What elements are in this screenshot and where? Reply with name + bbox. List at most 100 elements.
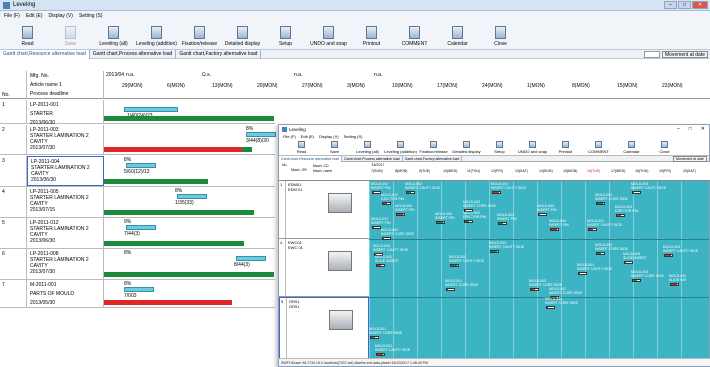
menu-setting[interactable]: Setting (S) [79, 13, 103, 19]
job-block[interactable]: MOLD-002 INSERT CORE SIDE [381, 228, 414, 236]
gantt-row[interactable]: 3 LP-2011-004 STARTER LAMINATION 2 CAVITY 2… [0, 156, 275, 187]
job-block[interactable]: MOLD-001 INSERT CAVITY SIDE [375, 344, 410, 352]
w2-toolbar-button-11[interactable]: Close [648, 141, 681, 155]
job-block[interactable]: MOLD-004 INSERT PIN [549, 219, 569, 227]
toolbar-button-4[interactable]: Fixation/release [178, 26, 221, 49]
menu-edit[interactable]: Edit (E) [26, 13, 43, 19]
tab-process-load[interactable]: Gantt chart,Process alternative load [90, 49, 177, 59]
job-block[interactable]: MOLD-004 INSERT PIN [395, 204, 415, 212]
toolbar-button-5[interactable]: Detailed display [221, 26, 264, 49]
toolbar-button-10[interactable]: Calendar [436, 26, 479, 49]
toolbar-button-7[interactable]: UNDO and snap [307, 26, 350, 49]
gantt-row[interactable]: 5 LP-2011-012 STARTER LAMINATION 2 CAVITY 2… [0, 218, 275, 249]
job-block[interactable]: MOLD-004 INSERT CORE SIDE [545, 297, 578, 305]
menu-display[interactable]: Display (V) [49, 13, 73, 19]
job-block[interactable]: MOLD-004 INSERT CAVITY SIDE [663, 245, 698, 253]
w2-maximize-button[interactable]: □ [689, 126, 692, 132]
w2-menu-display[interactable]: Display (V) [319, 134, 339, 140]
toolbar-button-9[interactable]: COMMENT [393, 26, 436, 49]
gantt-row[interactable]: 7 M-2011-001 PARTS OF MOULD 2013/05/30 8% 7/0… [0, 280, 275, 308]
w2-movement-at-date-button[interactable]: Movement at date [672, 155, 707, 162]
machine-number: 4 [279, 239, 286, 296]
w2-toolbar-icon [463, 141, 470, 148]
job-block[interactable]: MOLD-002 EJECTOR PIN [381, 193, 404, 201]
toolbar-button-11[interactable]: Close [479, 26, 522, 49]
tab-factory-load[interactable]: Gantt chart,Factory alternative load [176, 49, 262, 59]
row-mfg: M-2011-001 [30, 281, 57, 288]
w2-close-button[interactable]: ✕ [701, 126, 705, 132]
w2-menu-setting[interactable]: Setting (S) [344, 134, 363, 140]
w2-menu-edit[interactable]: Edit (E) [301, 134, 314, 140]
w2-toolbar-button-6[interactable]: Setup [483, 141, 516, 155]
job-block[interactable]: MOLD-004 INSERT PIN [435, 212, 455, 220]
tab-resource-load[interactable]: Gantt chart,Resource alternative load [0, 49, 90, 59]
job-block[interactable]: MOLD-002 EJECTOR PIN [463, 211, 486, 219]
progress-bar-actual [104, 272, 274, 277]
w2-toolbar-button-9[interactable]: COMMENT [582, 141, 615, 155]
w2-toolbar-button-10[interactable]: Calendar [615, 141, 648, 155]
job-block[interactable]: MOLD-002 INSERT PIN [371, 182, 391, 190]
w2-toolbar-button-8[interactable]: Printout [549, 141, 582, 155]
job-block[interactable]: MOLD-003 EJECTOR PIN [615, 205, 638, 213]
job-block[interactable]: MOLD-003 INSERT CAVITY SIDE [489, 241, 524, 249]
job-block[interactable]: MOLD-001 INSERT CAVITY SIDE [587, 219, 622, 227]
toolbar-button-8[interactable]: Printout [350, 26, 393, 49]
job-block[interactable]: MOLD-002 INSERT CORE SIDE [549, 287, 582, 295]
w2-header-no: No. [282, 163, 288, 167]
job-block[interactable]: MOLD-001 INSERT CAVITY SIDE [491, 182, 526, 190]
w2-menu-file[interactable]: File (F) [283, 134, 296, 140]
job-block[interactable]: MOLD-002 INSERT CORE SIDE [463, 200, 496, 208]
job-progress-fill [383, 238, 385, 239]
w2-tab-resource-load[interactable]: Gantt chart,Resource alternative load [279, 155, 342, 162]
gantt-row[interactable]: 2 LP-2011-003 STARTER LAMINATION 2 CAVITY 2… [0, 125, 276, 155]
w2-minimize-button[interactable]: – [677, 126, 680, 132]
job-block[interactable]: MOLD-004 INSERT CAVITY SIDE [373, 244, 408, 252]
gantt-row[interactable]: 1LP-2011-001STARTER2013/06/301/40(24)/23 [0, 100, 275, 126]
toolbar-button-1[interactable]: Save [49, 26, 92, 49]
job-block[interactable]: MOLD-003 INSERT PIN [497, 213, 517, 221]
movement-at-date-button[interactable]: Movement at date [661, 51, 708, 58]
job-block[interactable]: MOLD-001 INSERT CORE SIDE [445, 279, 478, 287]
w2-toolbar-button-2[interactable]: Leveling (all) [351, 141, 384, 155]
w2-date-col-10: 17(WED) [611, 169, 626, 173]
movement-date-input[interactable] [643, 51, 660, 58]
toolbar-button-0[interactable]: Read [6, 26, 49, 49]
job-block[interactable]: MOLD-003 INSERT CORE SIDE [631, 270, 664, 278]
minimize-button[interactable]: – [664, 1, 677, 9]
job-block[interactable]: MOLD-002 INSERT CAVITY SIDE [405, 182, 440, 190]
machine-row[interactable]: 4 EWC01 EWC 01 [279, 239, 369, 297]
job-block[interactable]: MOLD-003 SLIDE INSERT [623, 252, 647, 260]
job-block[interactable]: MOLD-003 INSERT CORE SIDE [529, 279, 562, 287]
job-block[interactable]: MOLD-003 INSERT CAVITY SIDE [631, 182, 666, 190]
job-block[interactable]: MOLD-002 SLIDE INSERT [375, 255, 399, 263]
job-block[interactable]: MOLD-001 INSERT CAVITY SIDE [577, 263, 612, 271]
job-block[interactable]: MOLD-004 SLIDE INS [669, 274, 686, 282]
w2-toolbar-label: Close [659, 149, 670, 154]
gantt-row[interactable]: 4 LP-2011-005 STARTER LAMINATION 2 CAVITY 2… [0, 187, 275, 218]
toolbar-button-3[interactable]: Leveling (addition) [135, 26, 178, 49]
w2-toolbar-button-1[interactable]: Save [318, 141, 351, 155]
w2-toolbar-button-7[interactable]: UNDO and snap [516, 141, 549, 155]
job-block[interactable]: MOLD-002 INSERT CAVITY SIDE [449, 255, 484, 263]
job-block[interactable]: MOLD-003 INSERT PIN [537, 204, 557, 212]
job-block[interactable]: MOLD-003 INSERT CORE SIDE [595, 193, 628, 201]
maximize-button[interactable]: □ [678, 1, 691, 9]
w2-tab-factory-load[interactable]: Gantt chart,Factory alternative load [403, 155, 463, 162]
grid-day-line [417, 181, 418, 359]
job-block[interactable]: MOLD-001 INSERT CORE SIDE [369, 327, 402, 335]
w2-toolbar-button-3[interactable]: Leveling (addition) [384, 141, 417, 155]
gantt-row[interactable]: 6 LP-2011-008 STARTER LAMINATION 2 CAVITY 2… [0, 249, 275, 280]
w2-toolbar-button-4[interactable]: Fixation/release [417, 141, 450, 155]
w2-toolbar-button-5[interactable]: Detailed display [450, 141, 483, 155]
w2-tab-process-load[interactable]: Gantt chart,Process alternative load [342, 155, 403, 162]
w2-toolbar-button-0[interactable]: Read [285, 141, 318, 155]
toolbar-button-6[interactable]: Setup [264, 26, 307, 49]
close-window-button[interactable]: ✕ [692, 1, 708, 9]
menu-file[interactable]: File (F) [4, 13, 20, 19]
job-block[interactable]: MOLD-001 INSERT PIN [371, 217, 391, 225]
machine-row[interactable]: 1 EDM01 EDM 01 [279, 181, 369, 239]
toolbar-button-2[interactable]: Leveling (all) [92, 26, 135, 49]
job-block[interactable]: MOLD-004 INSERT CORE SIDE [595, 243, 628, 251]
job-progress [446, 288, 455, 291]
machine-row[interactable]: 5 GR01 GR01 [279, 297, 369, 359]
